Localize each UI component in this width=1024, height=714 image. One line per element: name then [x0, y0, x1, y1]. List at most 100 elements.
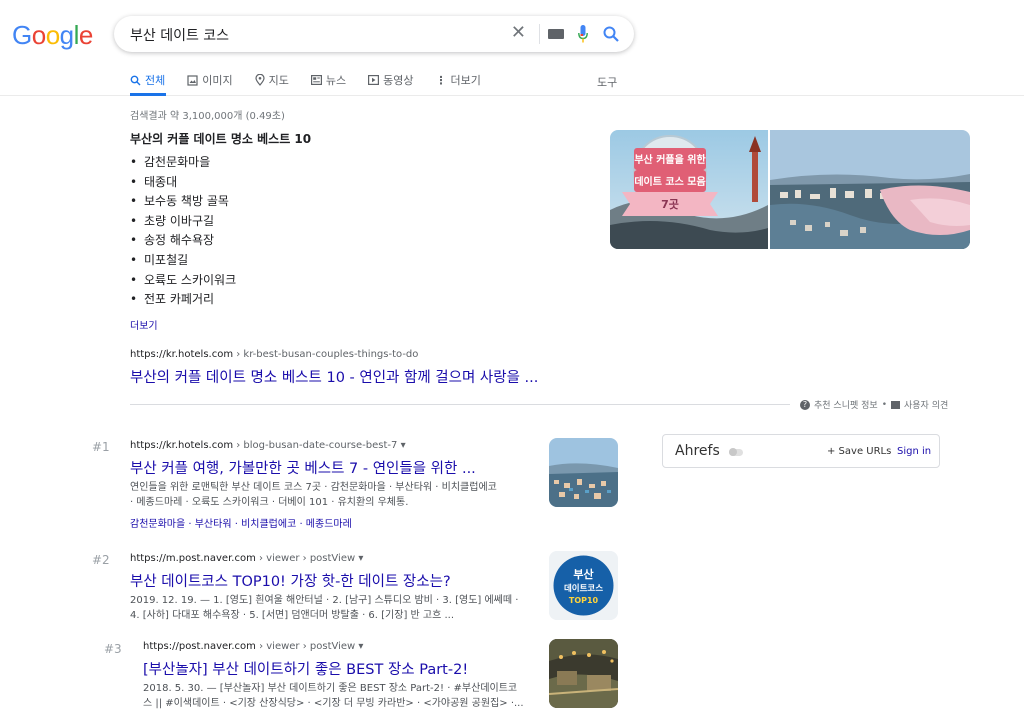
- logo-letter: G: [12, 20, 32, 50]
- description-line: · 메종드마레 · 오륙도 스카이워크 · 더베이 101 · 유치환의 우체통…: [130, 497, 409, 508]
- list-item: 감천문화마을: [130, 154, 236, 174]
- tab-videos[interactable]: 동영상: [368, 72, 414, 88]
- description-line: 연인들을 위한 로맨틱한 부산 데이트 코스 7곳 · 감천문화마을 · 부산타…: [130, 482, 497, 493]
- active-tab-indicator: [130, 93, 166, 96]
- list-item: 미포철길: [130, 252, 236, 272]
- result-title[interactable]: 부산 커플 여행, 가볼만한 곳 베스트 7 - 연인들을 위한 ...: [130, 457, 476, 478]
- result-title[interactable]: 부산 데이트코스 TOP10! 가장 핫-한 데이트 장소는?: [130, 570, 451, 591]
- news-icon: [310, 75, 322, 85]
- list-item: 태종대: [130, 174, 236, 194]
- description-line: 스 || #이색데이트 · <기장 산장식당> · <기장 더 무빙 카라반> …: [143, 698, 524, 709]
- clear-icon[interactable]: ✕: [511, 22, 526, 43]
- snippet-list: 감천문화마을 태종대 보수동 책방 골목 초량 이바구길 송정 해수욕장 미포철…: [130, 154, 236, 311]
- sitelinks[interactable]: 감천문화마을 · 부산타워 · 비치클럽에코 · 메종드마레: [130, 515, 352, 530]
- chevron-down-icon[interactable]: ▾: [358, 553, 363, 564]
- feedback-icon[interactable]: [891, 400, 900, 409]
- result-url[interactable]: https://post.naver.com › viewer › postVi…: [143, 641, 363, 652]
- help-icon[interactable]: ?: [800, 399, 810, 410]
- sign-in-link[interactable]: Sign in: [897, 446, 931, 457]
- search-icon: [130, 75, 141, 85]
- rank-label: #1: [92, 440, 110, 454]
- list-item: 전포 카페거리: [130, 291, 236, 311]
- snippet-title: 부산의 커플 데이트 명소 베스트 10: [130, 132, 312, 146]
- tab-label: 전체: [145, 74, 166, 87]
- poster-text-line1: 부산 커플을 위한: [634, 153, 706, 166]
- search-box[interactable]: 부산 데이트 코스 ✕: [114, 16, 634, 52]
- snippet-url[interactable]: https://kr.hotels.com › kr-best-busan-co…: [130, 349, 418, 360]
- tab-maps[interactable]: 지도: [255, 72, 289, 88]
- description-line: 4. [사하] 다대포 해수욕장 · 5. [서면] 덤앤더머 방탈출 · 6.…: [130, 610, 455, 621]
- save-urls-button[interactable]: + Save URLs: [827, 446, 891, 457]
- url-domain: https://post.naver.com: [143, 641, 256, 652]
- url-domain: https://kr.hotels.com: [130, 349, 234, 360]
- snippet-image-poster[interactable]: 부산 커플을 위한 데이트 코스 모음 7곳: [610, 130, 768, 249]
- tools-button[interactable]: 도구: [597, 74, 617, 90]
- url-path: › kr-best-busan-couples-things-to-do: [233, 349, 419, 360]
- description-line: 2019. 12. 19. — 1. [영도] 흰여울 해안터널 · 2. [남…: [130, 595, 519, 606]
- result-description: 연인들을 위한 로맨틱한 부산 데이트 코스 7곳 · 감천문화마을 · 부산타…: [130, 480, 540, 510]
- search-input[interactable]: 부산 데이트 코스: [130, 25, 229, 45]
- url-path: › viewer › postView: [255, 641, 356, 652]
- list-item: 오륙도 스카이워크: [130, 272, 236, 292]
- url-path: › blog-busan-date-course-best-7: [233, 440, 398, 451]
- toggle-knob: [729, 448, 737, 456]
- result-url[interactable]: https://kr.hotels.com › blog-busan-date-…: [130, 440, 406, 451]
- header: Google 부산 데이트 코스 ✕ 전체 이미지 지도 뉴스 동영상 ⋮ 더보…: [0, 0, 1024, 96]
- tab-label: 동영상: [383, 74, 414, 87]
- tab-label: 이미지: [202, 74, 233, 87]
- city-photo: [770, 130, 970, 249]
- thumbnail-image: [549, 639, 618, 708]
- thumb-text-line1: 부산: [573, 567, 593, 581]
- logo-letter: o: [31, 20, 46, 50]
- result-url[interactable]: https://m.post.naver.com › viewer › post…: [130, 553, 363, 564]
- image-icon: [187, 74, 198, 86]
- list-item: 보수동 책방 골목: [130, 193, 236, 213]
- result-stats: 검색결과 약 3,100,000개 (0.49초): [130, 111, 285, 122]
- snippet-info-link[interactable]: 추천 스니펫 정보: [814, 398, 878, 411]
- tab-all[interactable]: 전체: [130, 72, 165, 88]
- poster-text-line2: 데이트 코스 모음: [634, 175, 705, 188]
- list-item: 송정 해수욕장: [130, 232, 236, 252]
- tab-images[interactable]: 이미지: [187, 72, 233, 88]
- rank-label: #2: [92, 553, 110, 567]
- result-description: 2019. 12. 19. — 1. [영도] 흰여울 해안터널 · 2. [남…: [130, 593, 540, 623]
- search-icon[interactable]: [602, 25, 620, 43]
- google-logo[interactable]: Google: [12, 20, 93, 51]
- keyboard-icon[interactable]: [548, 29, 564, 39]
- logo-letter: o: [45, 20, 60, 50]
- thumb-text-line3: TOP10: [569, 596, 599, 605]
- url-domain: https://kr.hotels.com: [130, 440, 234, 451]
- separator-dot: •: [881, 399, 887, 410]
- thumbnail-image: [549, 438, 618, 507]
- video-icon: [368, 75, 380, 85]
- ahrefs-brand: Ahrefs: [675, 443, 720, 459]
- logo-letter: g: [59, 20, 74, 50]
- search-tabs: 전체 이미지 지도 뉴스 동영상 ⋮ 더보기: [130, 72, 503, 94]
- tab-label: 뉴스: [325, 74, 347, 87]
- result-thumbnail[interactable]: [549, 639, 618, 708]
- more-icon: ⋮: [435, 73, 447, 87]
- snippet-image-city[interactable]: [770, 130, 970, 249]
- tab-more[interactable]: ⋮ 더보기: [436, 72, 481, 88]
- tab-news[interactable]: 뉴스: [310, 72, 347, 88]
- search-divider: [539, 24, 540, 44]
- poster-count: 7곳: [661, 198, 679, 211]
- url-domain: https://m.post.naver.com: [130, 553, 256, 564]
- list-item: 초량 이바구길: [130, 213, 236, 233]
- poster-image: 부산 커플을 위한 데이트 코스 모음 7곳: [610, 130, 768, 249]
- more-items-link[interactable]: 더보기: [130, 317, 158, 332]
- mic-icon[interactable]: [578, 25, 588, 43]
- result-thumbnail[interactable]: [549, 438, 618, 507]
- snippet-link-title[interactable]: 부산의 커플 데이트 명소 베스트 10 - 연인과 함께 걸으며 사랑을 ..…: [130, 366, 538, 387]
- map-pin-icon: [255, 74, 265, 86]
- chevron-down-icon[interactable]: ▾: [401, 440, 406, 451]
- result-title[interactable]: [부산놀자] 부산 데이트하기 좋은 BEST 장소 Part-2!: [143, 658, 468, 679]
- feedback-bar: ? 추천 스니펫 정보 • 사용자 의견: [800, 398, 948, 411]
- feedback-link[interactable]: 사용자 의견: [904, 398, 948, 411]
- logo-letter: e: [78, 20, 93, 50]
- chevron-down-icon[interactable]: ▾: [358, 641, 363, 652]
- tab-label: 지도: [268, 74, 289, 87]
- result-description: 2018. 5. 30. — [부산놀자] 부산 데이트하기 좋은 BEST 장…: [143, 681, 543, 711]
- divider: [130, 404, 790, 405]
- result-thumbnail[interactable]: 부산 데이트코스 TOP10: [549, 551, 618, 620]
